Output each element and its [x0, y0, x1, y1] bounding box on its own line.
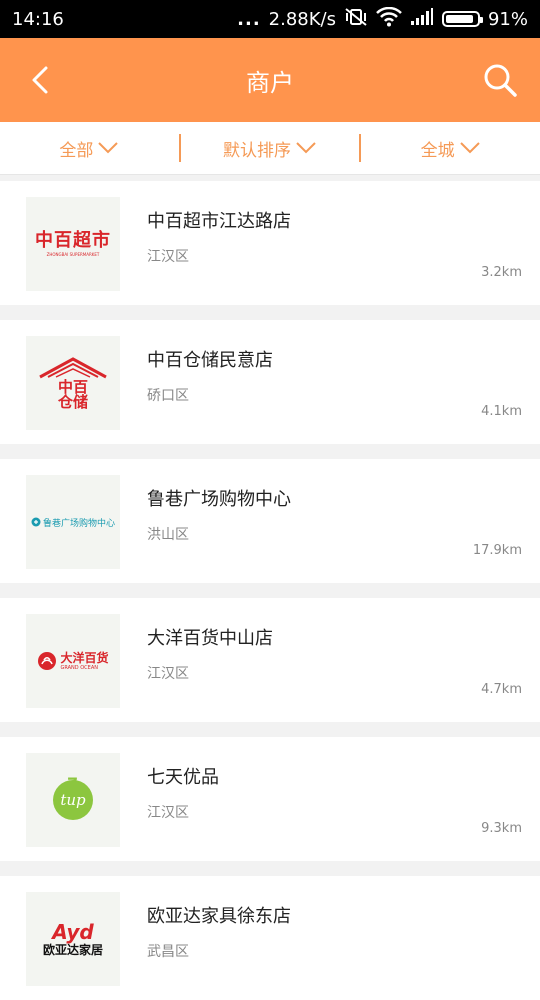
store-name: 欧亚达家具徐东店: [147, 906, 291, 927]
store-distance: 9.3km: [481, 821, 522, 836]
store-district: 武昌区: [147, 944, 189, 960]
store-item[interactable]: 中百 仓储 中百仓储民意店 硚口区 4.1km: [0, 320, 540, 444]
battery-percent: 91%: [487, 8, 528, 30]
filter-sort-label: 默认排序: [223, 140, 291, 161]
vibrate-off-icon: [344, 7, 368, 32]
store-district: 江汉区: [147, 249, 189, 265]
logo-subtext: 7: [67, 774, 79, 793]
logo-subtext: ZHONGBAI SUPERMARKET: [46, 251, 100, 257]
logo-text: tup: [60, 791, 86, 809]
filter-category[interactable]: 全部: [0, 136, 179, 161]
store-distance: 17.9km: [472, 543, 522, 558]
plaza-logo-icon: [31, 517, 41, 527]
status-dots: ...: [237, 8, 261, 30]
store-district: 江汉区: [147, 805, 189, 821]
store-district: 洪山区: [147, 527, 189, 543]
roof-logo-icon: [39, 356, 107, 378]
signal-icon: [410, 7, 434, 31]
store-item[interactable]: Ayd 欧亚达家居 欧亚达家具徐东店 武昌区: [0, 876, 540, 1000]
store-item[interactable]: 中百超市 ZHONGBAI SUPERMARKET 中百超市江达路店 江汉区 3…: [0, 181, 540, 305]
filter-area[interactable]: 全城: [361, 136, 540, 161]
store-logo-luxiang-plaza: 鲁巷广场购物中心: [26, 475, 120, 569]
store-name: 七天优品: [147, 767, 219, 788]
search-icon: [484, 64, 517, 97]
filter-area-label: 全城: [420, 140, 455, 161]
store-logo-qitian-youpin: 7 tup: [26, 753, 120, 847]
store-name: 中百超市江达路店: [147, 211, 291, 232]
store-name: 中百仓储民意店: [147, 350, 273, 371]
store-name: 大洋百货中山店: [147, 628, 273, 649]
chevron-down-icon: [296, 142, 316, 154]
logo-text: 中百超市: [35, 229, 111, 251]
store-item[interactable]: 7 tup 七天优品 江汉区 9.3km: [0, 737, 540, 861]
logo-subtext: 仓储: [57, 392, 88, 411]
back-arrow-icon: [32, 66, 48, 94]
back-button[interactable]: [22, 62, 58, 98]
logo-text: 大洋百货: [60, 650, 109, 665]
logo-subtext: GRAND OCEAN: [60, 664, 98, 671]
grand-ocean-logo-icon: [38, 652, 57, 670]
status-time: 14:16: [12, 8, 64, 30]
wifi-icon: [376, 6, 402, 32]
logo-text: Ayd: [52, 920, 94, 944]
search-button[interactable]: [480, 60, 520, 100]
store-item[interactable]: 鲁巷广场购物中心 鲁巷广场购物中心 洪山区 17.9km: [0, 459, 540, 583]
filter-category-label: 全部: [59, 140, 94, 161]
store-logo-zhongbai-supermarket: 中百超市 ZHONGBAI SUPERMARKET: [26, 197, 120, 291]
store-distance: 4.1km: [481, 404, 522, 419]
chevron-down-icon: [98, 142, 119, 154]
store-district: 江汉区: [147, 666, 189, 682]
status-bar: 14:16 ... 2.88K/s 91%: [0, 0, 540, 38]
store-distance: 4.7km: [481, 682, 522, 697]
store-district: 硚口区: [147, 388, 189, 404]
page-title: 商户: [246, 68, 294, 97]
store-logo-grand-ocean: 大洋百货 GRAND OCEAN: [26, 614, 120, 708]
battery-icon: [441, 11, 483, 27]
app-header: 商户: [0, 38, 540, 122]
chevron-down-icon: [459, 142, 480, 154]
store-logo-ouyada: Ayd 欧亚达家居: [26, 892, 120, 986]
store-list: 中百超市 ZHONGBAI SUPERMARKET 中百超市江达路店 江汉区 3…: [0, 175, 540, 1000]
store-item[interactable]: 大洋百货 GRAND OCEAN 大洋百货中山店 江汉区 4.7km: [0, 598, 540, 722]
network-speed: 2.88K/s: [268, 8, 336, 30]
logo-subtext: 欧亚达家居: [42, 943, 103, 957]
logo-text: 鲁巷广场购物中心: [42, 518, 115, 529]
store-name: 鲁巷广场购物中心: [147, 489, 291, 510]
filter-bar: 全部 默认排序 全城: [0, 122, 540, 175]
store-logo-zhongbai-warehouse: 中百 仓储: [26, 336, 120, 430]
status-right: ... 2.88K/s 91%: [237, 6, 528, 32]
filter-sort[interactable]: 默认排序: [181, 136, 360, 161]
store-distance: 3.2km: [481, 265, 522, 280]
